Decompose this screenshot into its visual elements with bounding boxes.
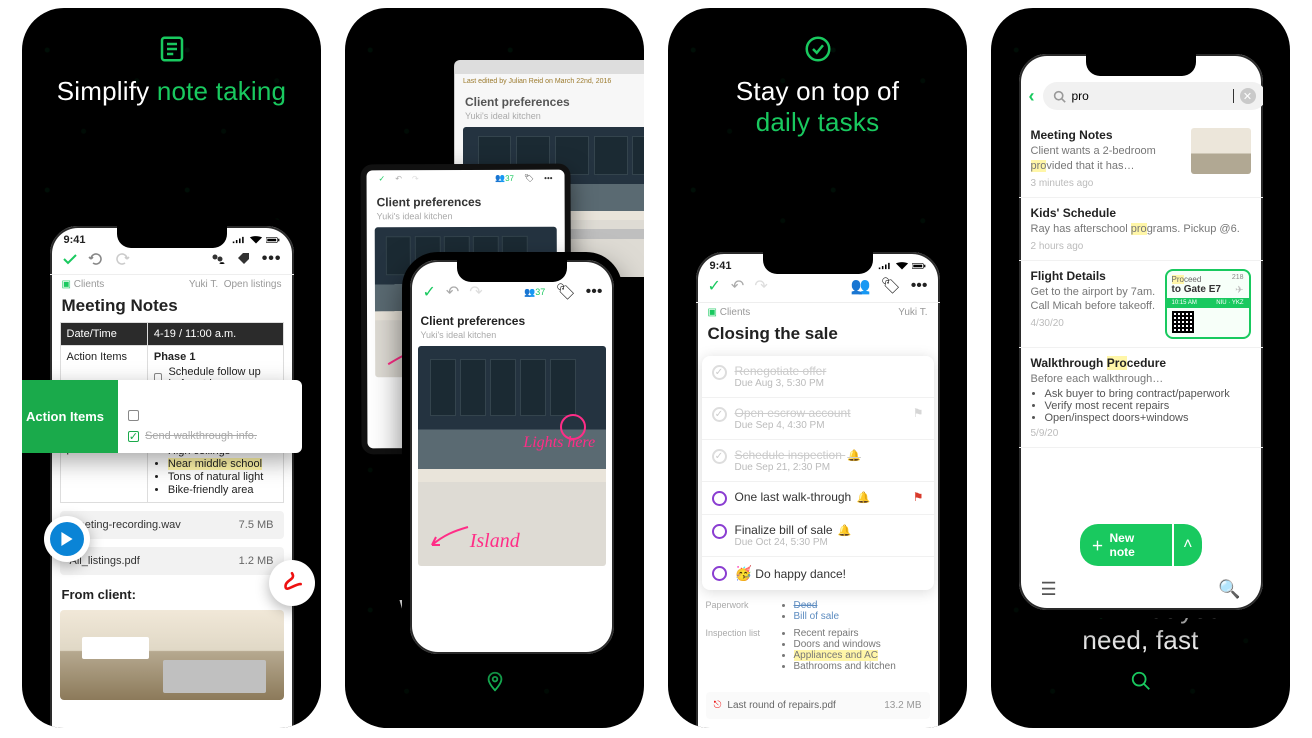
battery-icon	[266, 235, 280, 245]
action-items-tab[interactable]: Action Items	[22, 380, 118, 453]
checkbox-icon[interactable]	[128, 410, 139, 421]
plus-icon: ＋	[1092, 537, 1104, 554]
share-icon[interactable]	[210, 251, 226, 267]
menu-icon[interactable]: ☰	[1041, 579, 1057, 600]
task-row[interactable]: Renegotiate offerDue Aug 3, 5:30 PM	[702, 356, 934, 398]
acrobat-icon: ⎋	[714, 700, 722, 711]
breadcrumb-folder[interactable]: Clients	[74, 279, 105, 290]
note-icon	[157, 34, 187, 64]
phone-mock-2: ✓↶↷👥37🏷••• Client preferences Yuki's ide…	[402, 252, 622, 662]
acrobat-icon	[279, 570, 305, 596]
note-title: Client preferences	[410, 308, 614, 330]
crumb-link[interactable]: Open listings	[224, 279, 282, 290]
phone-mock-1: 9:41 ••• ▣ Clients Yuki T. Open listings	[42, 218, 302, 728]
phone-mock-4: ‹ ✕ ••• Meeting Notes Client wants a 2-b…	[1011, 46, 1271, 618]
headline-3: Stay on top ofdaily tasks	[688, 76, 947, 138]
search-result[interactable]: Kids' Schedule Ray has afterschool progr…	[1019, 198, 1263, 261]
search-icon	[1130, 670, 1152, 692]
task-row[interactable]: Schedule inspection 🔔Due Sep 21, 2:30 PM	[702, 440, 934, 482]
task-card: Renegotiate offerDue Aug 3, 5:30 PM Open…	[702, 356, 934, 590]
headline-1: Simplify note taking	[42, 76, 301, 107]
phone-mock-3: 9:41 ✓↶↷ 👥🏷••• ▣ ClientsYuki T. Closing …	[688, 244, 948, 728]
search-icon	[1053, 90, 1066, 103]
attachment-pdf[interactable]: ⎋Last round of repairs.pdf13.2 MB	[706, 692, 930, 719]
client-photo	[60, 610, 284, 700]
play-badge[interactable]	[44, 516, 90, 562]
attachment-audio[interactable]: Meeting-recording.wav7.5 MB	[60, 511, 284, 539]
redo-icon[interactable]	[114, 251, 130, 267]
task-row[interactable]: One last walk-through 🔔⚑	[702, 482, 934, 515]
share-icon[interactable]: 👥	[850, 276, 870, 296]
more-icon[interactable]: •••	[586, 283, 603, 301]
note-title: Meeting Notes	[50, 294, 294, 322]
wifi-icon	[249, 235, 263, 245]
more-icon[interactable]: •••	[911, 277, 928, 295]
search-result[interactable]: Meeting Notes Client wants a 2-bedroom p…	[1019, 120, 1263, 198]
attachment-pdf[interactable]: All_listings.pdf1.2 MB	[60, 547, 284, 575]
new-note-button[interactable]: ＋New note ˄	[1080, 524, 1202, 566]
back-icon[interactable]: ‹	[1029, 86, 1035, 107]
pdf-badge[interactable]	[269, 560, 315, 606]
tag-icon[interactable]: 🏷	[880, 276, 900, 296]
annotation-island: Island	[430, 525, 520, 553]
search-result[interactable]: Walkthrough Procedure Before each walkth…	[1019, 348, 1263, 449]
chevron-up-icon[interactable]: ˄	[1174, 524, 1201, 566]
collaborators-badge[interactable]: 👥37	[524, 287, 545, 298]
location-icon	[484, 670, 506, 692]
promo-panel-1: Simplify note taking 9:41 •••	[22, 8, 321, 728]
result-thumb	[1191, 128, 1251, 174]
task-row[interactable]: Finalize bill of sale 🔔Due Oct 24, 5:30 …	[702, 515, 934, 557]
search-input[interactable]: ✕	[1043, 82, 1266, 110]
note-toolbar: •••	[50, 246, 294, 275]
signal-icon	[232, 235, 246, 245]
done-icon[interactable]	[62, 251, 78, 267]
flag-icon[interactable]: ⚑	[913, 406, 924, 420]
task-row[interactable]: 🥳 Do happy dance!	[702, 557, 934, 590]
promo-panel-2: Last edited by Julian Reid on March 22nd…	[345, 8, 644, 728]
action-items-popover: Action Items Phase 1 Schedule follow up …	[22, 380, 302, 453]
promo-panel-3: Stay on top ofdaily tasks 9:41 ✓↶↷ 👥🏷•••…	[668, 8, 967, 728]
crumb-user: Yuki T.	[189, 279, 218, 290]
task-row[interactable]: Open escrow accountDue Sep 4, 4:30 PM⚑	[702, 398, 934, 440]
plane-icon: ✈	[1235, 285, 1243, 296]
tag-icon[interactable]: 🏷	[555, 282, 575, 302]
boarding-pass-thumb: 218✈ Proceed to Gate E7 10:15 AMNIU · YK…	[1165, 269, 1251, 339]
clear-icon[interactable]: ✕	[1240, 88, 1256, 104]
qr-icon	[1172, 311, 1194, 333]
search-result[interactable]: Flight Details Get to the airport by 7am…	[1019, 261, 1263, 348]
from-client-heading: From client:	[50, 575, 294, 606]
undo-icon[interactable]	[88, 251, 104, 267]
promo-panel-4: ‹ ✕ ••• Meeting Notes Client wants a 2-b…	[991, 8, 1290, 728]
checkbox-checked-icon[interactable]: ✓	[128, 431, 139, 442]
more-icon[interactable]: •••	[262, 250, 282, 268]
alarm-icon: 🔔	[847, 450, 861, 462]
search-icon[interactable]: 🔍	[1218, 579, 1240, 600]
note-title: Closing the sale	[696, 322, 940, 350]
check-circle-icon	[803, 34, 833, 64]
tag-icon[interactable]	[236, 251, 252, 267]
play-icon	[60, 532, 74, 546]
flag-icon[interactable]: ⚑	[913, 490, 924, 504]
